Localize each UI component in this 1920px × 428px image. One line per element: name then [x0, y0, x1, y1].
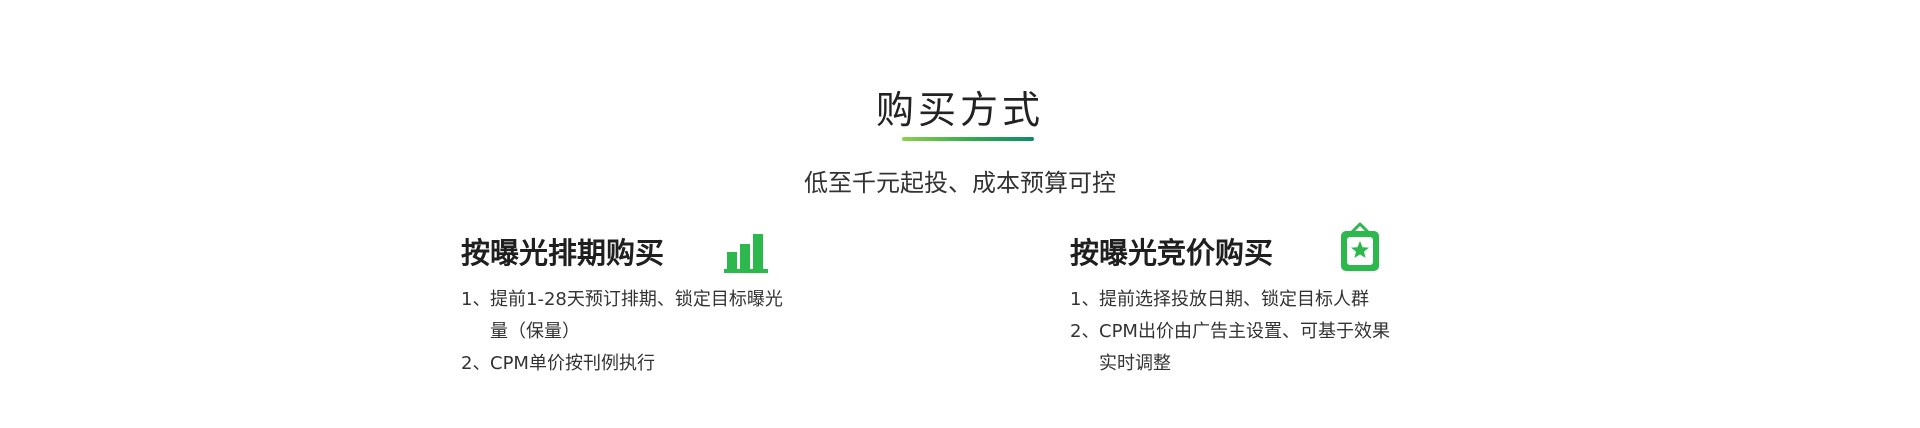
list-text: CPM单价按刊例执行	[490, 353, 655, 374]
section-subtitle: 低至千元起投、成本预算可控	[804, 169, 1116, 197]
title-underline	[902, 137, 1034, 141]
card-header: 按曝光竞价购买	[1070, 222, 1400, 276]
list-text: 提前1-28天预订排期、锁定目标曝光量（保量）	[490, 289, 783, 342]
card-feature-list: 1、 提前1-28天预订排期、锁定目标曝光量（保量） 2、 CPM单价按刊例执行	[461, 284, 791, 380]
section-title: 购买方式	[875, 88, 1044, 132]
card-title: 按曝光排期购买	[461, 236, 665, 270]
list-number: 2、	[461, 353, 491, 374]
list-item: 1、 提前选择投放日期、锁定目标人群	[1070, 284, 1400, 316]
list-number: 1、	[1070, 289, 1100, 310]
card-header: 按曝光排期购买	[461, 228, 791, 276]
list-item: 2、 CPM单价按刊例执行	[461, 348, 791, 380]
list-number: 2、	[1070, 321, 1100, 342]
bar-chart-icon	[723, 228, 769, 278]
card-title: 按曝光竞价购买	[1070, 236, 1274, 270]
star-badge-icon	[1338, 220, 1382, 280]
purchase-methods-section: 购买方式 低至千元起投、成本预算可控 按曝光排期购买 1、 提前1-28天预订排…	[0, 0, 1920, 428]
list-item: 2、 CPM出价由广告主设置、可基于效果实时调整	[1070, 316, 1400, 380]
card-exposure-schedule: 按曝光排期购买 1、 提前1-28天预订排期、锁定目标曝光量（保量） 2、 CP…	[461, 228, 791, 374]
card-feature-list: 1、 提前选择投放日期、锁定目标人群 2、 CPM出价由广告主设置、可基于效果实…	[1070, 284, 1400, 380]
list-text: 提前选择投放日期、锁定目标人群	[1099, 289, 1369, 310]
list-number: 1、	[461, 289, 491, 310]
list-item: 1、 提前1-28天预订排期、锁定目标曝光量（保量）	[461, 284, 791, 348]
card-exposure-bidding: 按曝光竞价购买 1、 提前选择投放日期、锁定目标人群 2、 CPM出价由广告主设…	[1070, 222, 1400, 374]
list-text: CPM出价由广告主设置、可基于效果实时调整	[1099, 321, 1390, 374]
